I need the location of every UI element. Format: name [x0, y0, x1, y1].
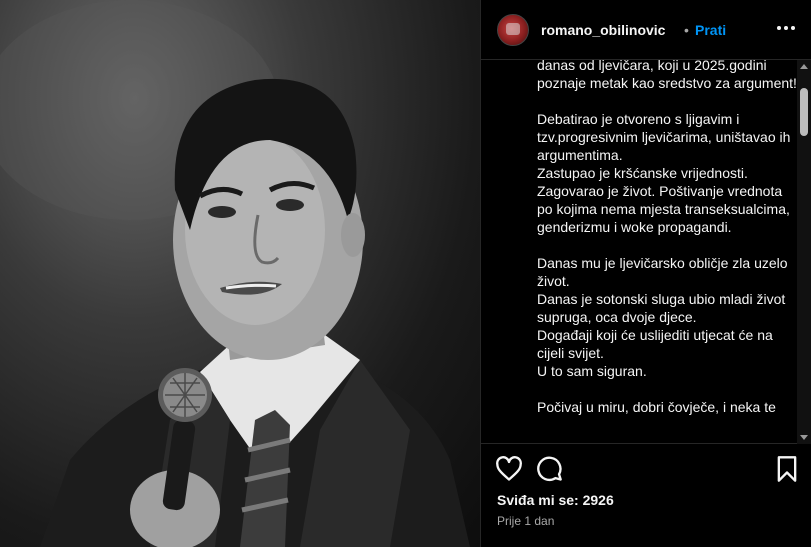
post-header: romano_obilinovic • Prati — [481, 0, 811, 60]
post-timestamp[interactable]: Prije 1 dan — [497, 514, 554, 528]
heart-icon[interactable] — [495, 455, 523, 483]
post-photo-illustration — [0, 0, 470, 547]
follow-button[interactable]: Prati — [695, 22, 726, 38]
caption-scrollbar[interactable] — [797, 60, 811, 444]
separator-dot: • — [684, 22, 689, 38]
caption-scroll-area[interactable]: danas od ljevičara, koji u 2025.godini p… — [481, 60, 811, 444]
post-details-panel: romano_obilinovic • Prati danas od ljevi… — [480, 0, 811, 547]
username-link[interactable]: romano_obilinovic — [541, 22, 665, 38]
scroll-up-arrow-icon[interactable] — [800, 64, 808, 69]
bookmark-icon[interactable] — [773, 455, 801, 483]
comment-icon[interactable] — [535, 455, 563, 483]
post-actions — [481, 455, 811, 487]
post-caption: danas od ljevičara, koji u 2025.godini p… — [537, 60, 797, 415]
post-image — [0, 0, 480, 547]
more-options-icon[interactable] — [774, 16, 798, 40]
likes-count[interactable]: Sviđa mi se: 2926 — [497, 492, 614, 508]
scroll-down-arrow-icon[interactable] — [800, 435, 808, 440]
scrollbar-thumb[interactable] — [800, 88, 808, 136]
avatar[interactable] — [497, 14, 529, 46]
